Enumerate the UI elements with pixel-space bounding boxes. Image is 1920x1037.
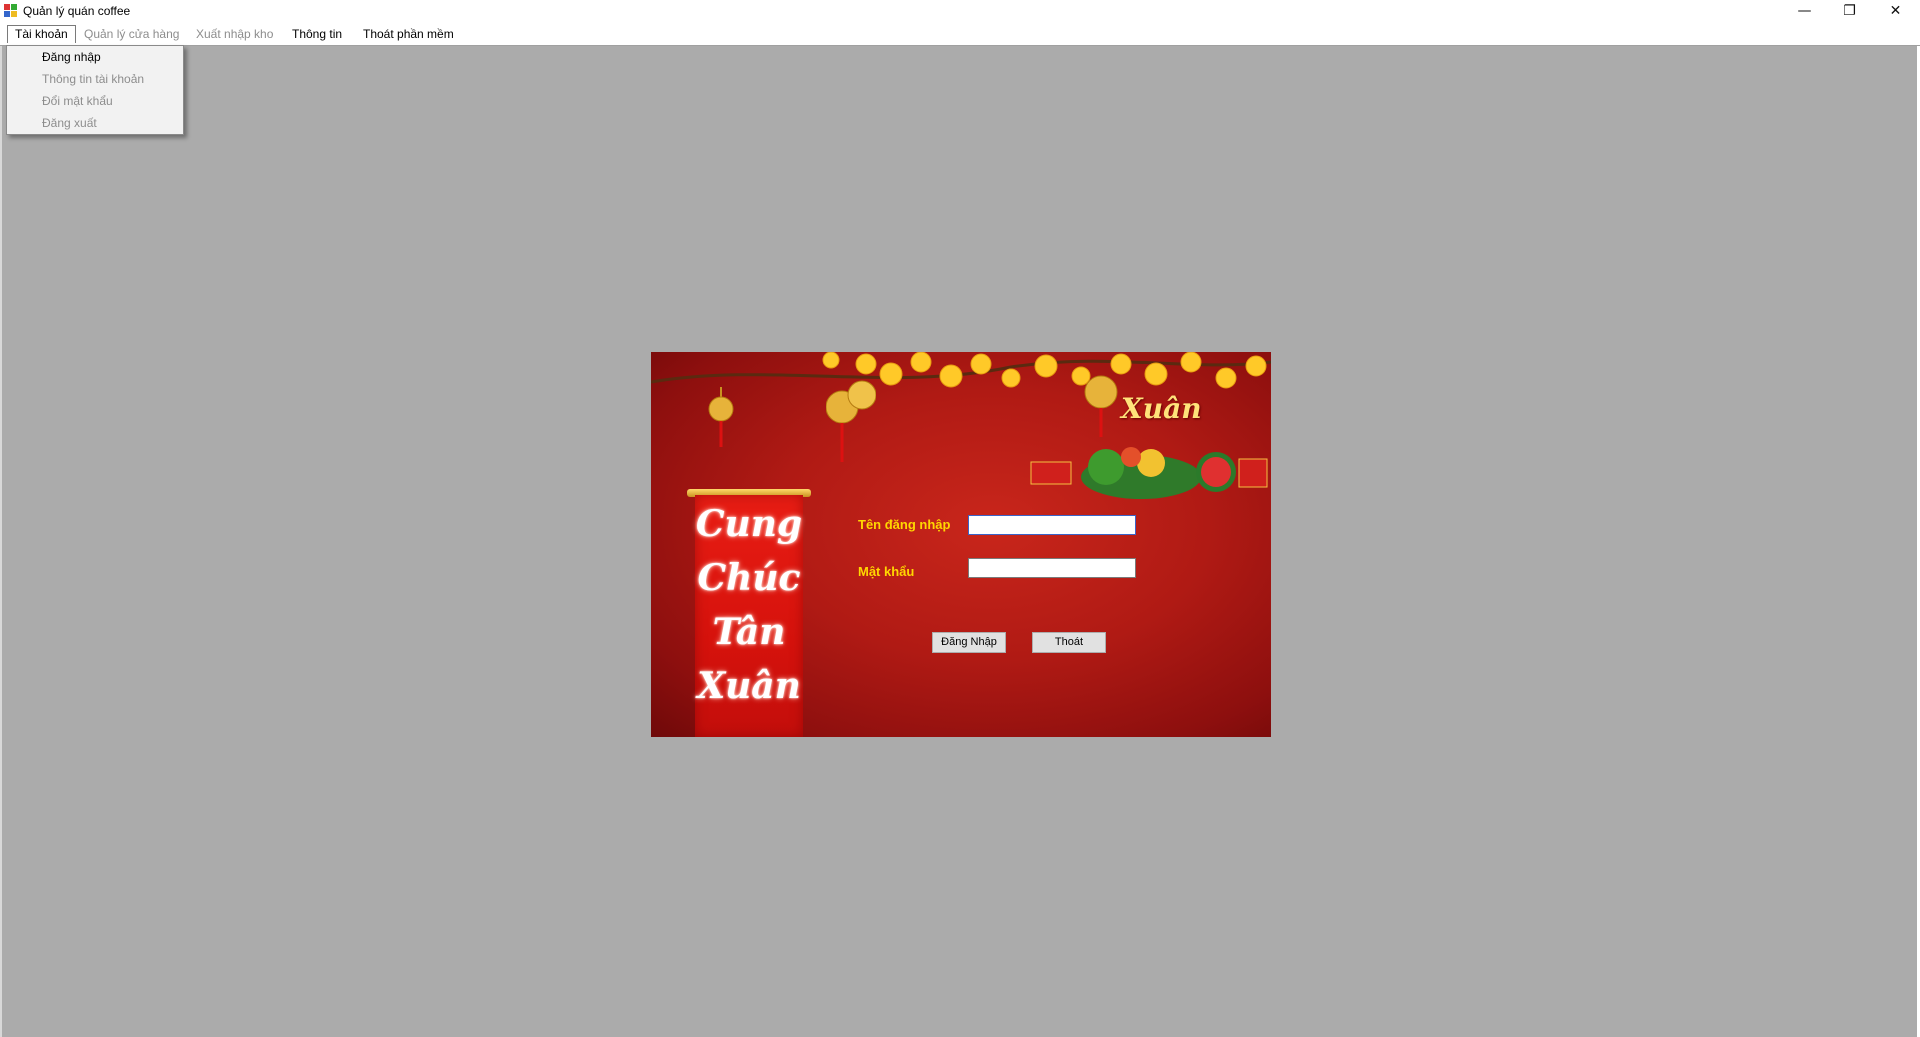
menu-tai-khoan[interactable]: Tài khoản xyxy=(7,25,76,43)
login-button[interactable]: Đăng Nhập xyxy=(932,632,1006,653)
menu-quan-ly-cua-hang[interactable]: Quản lý cửa hàng xyxy=(77,25,186,43)
minimize-button[interactable]: — xyxy=(1782,0,1827,22)
menu-bar: Tài khoản Quản lý cửa hàng Xuất nhập kho… xyxy=(0,22,1920,46)
username-label: Tên đăng nhập xyxy=(858,517,951,532)
minimize-icon: — xyxy=(1797,3,1812,19)
menu-thoat-phan-mem[interactable]: Thoát phần mềm xyxy=(356,25,461,43)
dropdown-gutter xyxy=(8,47,31,133)
password-label: Mật khẩu xyxy=(858,564,915,579)
dropdown-item-thong-tin-tai-khoan[interactable]: Thông tin tài khoản xyxy=(42,70,144,88)
lantern-icon xyxy=(708,387,734,447)
xuan-calligraphy: Xuân xyxy=(1121,392,1202,425)
mdi-left-edge xyxy=(0,46,2,1037)
greeting-banner: Cung Chúc Tân Xuân xyxy=(695,495,803,737)
banner-line-2: Chúc xyxy=(697,557,801,599)
fruit-tray-decoration xyxy=(1030,447,1268,499)
password-input[interactable] xyxy=(968,558,1136,578)
restore-icon: ❐ xyxy=(1843,3,1856,19)
dropdown-item-dang-xuat[interactable]: Đăng xuất xyxy=(42,114,97,132)
hanging-lantern-icon xyxy=(1084,375,1118,437)
dropdown-item-dang-nhap[interactable]: Đăng nhập xyxy=(42,48,101,66)
exit-button[interactable]: Thoát xyxy=(1032,632,1106,653)
username-input[interactable] xyxy=(968,515,1136,535)
banner-line-3: Tân xyxy=(712,611,786,653)
menu-thong-tin[interactable]: Thông tin xyxy=(285,25,349,43)
dropdown-item-doi-mat-khau[interactable]: Đổi mật khẩu xyxy=(42,92,113,110)
title-bar: Quản lý quán coffee — ❐ ✕ xyxy=(0,0,1920,22)
account-dropdown-menu: Đăng nhập Thông tin tài khoản Đổi mật kh… xyxy=(6,45,184,135)
close-icon: ✕ xyxy=(1889,3,1902,19)
menu-xuat-nhap-kho[interactable]: Xuất nhập kho xyxy=(189,25,280,43)
window-title: Quản lý quán coffee xyxy=(23,4,131,18)
restore-button[interactable]: ❐ xyxy=(1827,0,1872,22)
close-button[interactable]: ✕ xyxy=(1873,0,1918,22)
banner-line-1: Cung xyxy=(695,503,803,545)
lantern-pair-icon xyxy=(826,380,876,462)
banner-line-4: Xuân xyxy=(697,665,801,707)
login-form: Xuân Cung Chúc Tân Xuân Tên đăng nhập Mậ… xyxy=(651,352,1271,737)
app-icon xyxy=(4,4,17,17)
